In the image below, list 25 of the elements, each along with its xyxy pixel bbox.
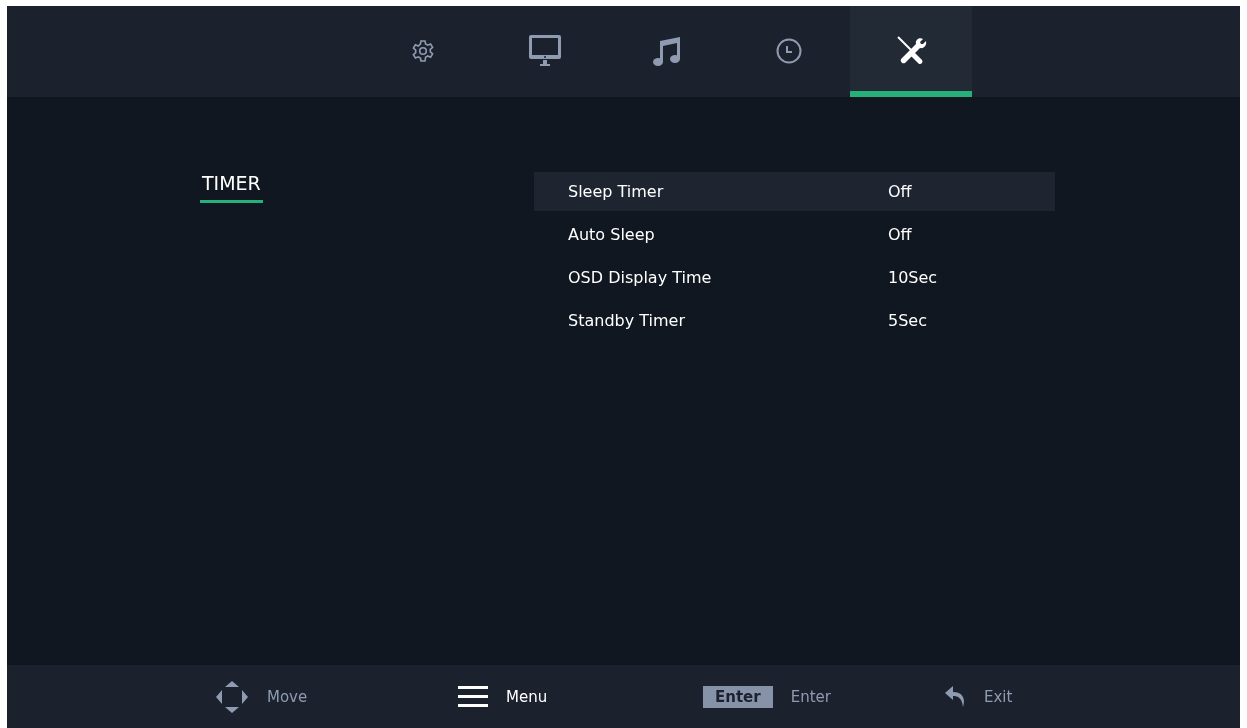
hint-label: Move xyxy=(267,687,308,706)
setting-value: Off xyxy=(888,225,912,244)
settings-icon xyxy=(411,39,435,63)
menu-tab[interactable] xyxy=(850,6,972,97)
clock-icon xyxy=(776,38,802,64)
direction-pad-icon xyxy=(215,679,249,714)
setting-value: 5Sec xyxy=(888,311,927,330)
hint-label: Enter xyxy=(790,687,831,706)
setting-label: Standby Timer xyxy=(567,311,686,330)
music-note-icon xyxy=(652,35,682,67)
setting-label: Sleep Timer xyxy=(567,182,665,201)
section-title: TIMER xyxy=(200,172,263,203)
hint-label: Exit xyxy=(984,687,1013,706)
menu-icon xyxy=(458,684,488,709)
setting-row[interactable]: Sleep Timer Off xyxy=(534,172,1055,211)
enter-key: Enter xyxy=(703,685,773,708)
setting-row[interactable]: Auto Sleep Off xyxy=(534,215,1055,254)
setting-label: OSD Display Time xyxy=(567,268,713,287)
setting-label: Auto Sleep xyxy=(567,225,656,244)
setting-value: Off xyxy=(888,182,912,201)
monitor-icon xyxy=(528,34,562,68)
setting-row[interactable]: OSD Display Time 10Sec xyxy=(534,258,1055,297)
setting-value: 10Sec xyxy=(888,268,938,287)
setting-row[interactable]: Standby Timer 5Sec xyxy=(534,301,1055,340)
hint-label: Menu xyxy=(506,687,548,706)
